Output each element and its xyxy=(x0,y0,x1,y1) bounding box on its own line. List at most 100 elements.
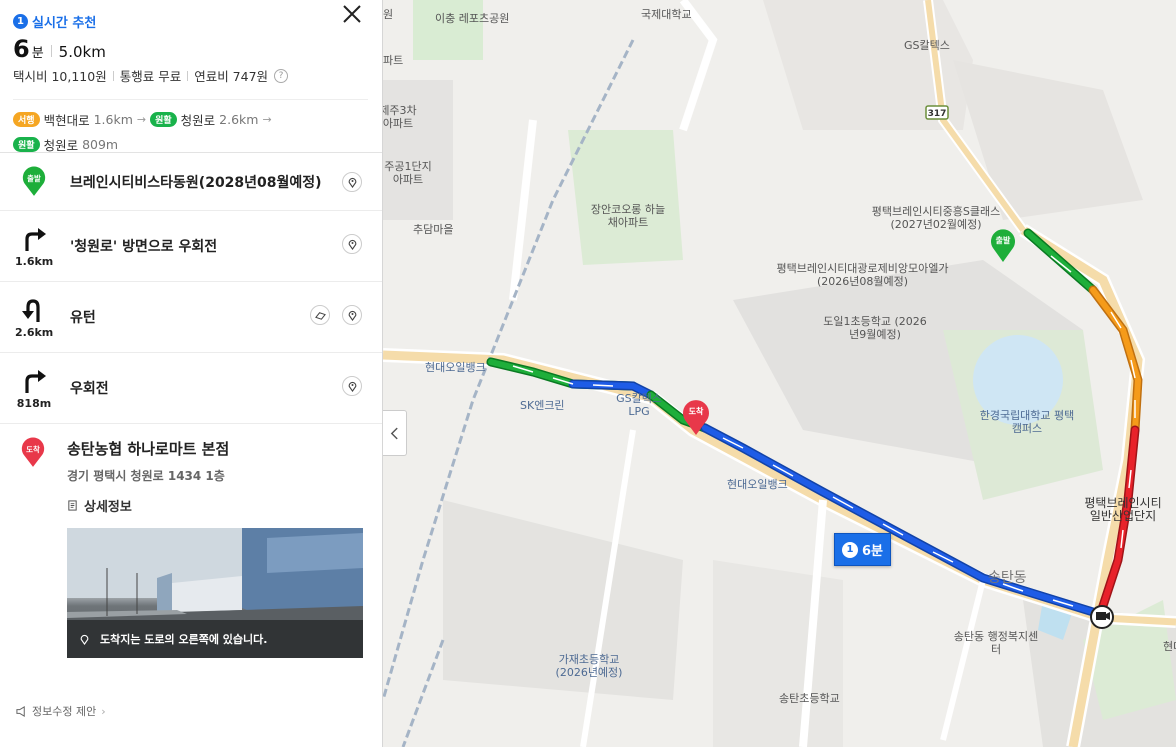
map-label: 송탄초등학교 xyxy=(779,692,840,705)
map-label: 평택브레인시티중흥S클래스 (2027년02월예정) xyxy=(871,205,1001,231)
suggest-edit-label: 정보수정 제안 xyxy=(32,705,97,718)
help-icon[interactable]: ? xyxy=(274,68,289,83)
street-view-caption-bar: 도착지는 도로의 오른쪽에 있습니다. xyxy=(67,620,363,658)
route-panel: 1 실시간 추천 6 분 5.0km 택시비 10,110원 통행료 무료 연료… xyxy=(0,0,383,747)
location-pin-icon xyxy=(348,239,356,250)
route-step-right-turn[interactable]: 1.6km '청원로' 방면으로 우회전 xyxy=(0,211,382,282)
detail-info-label: 상세정보 xyxy=(84,500,132,515)
road-view-button[interactable] xyxy=(310,305,330,325)
step-label: 브레인시티비스타동원(2028년08월예정) xyxy=(70,174,322,191)
traffic-tag-slow: 서행 xyxy=(13,112,40,127)
road-segments-row-1: 서행 백현대로 1.6km → 원활 청원로 2.6km → xyxy=(13,110,368,129)
route-costs: 택시비 10,110원 통행료 무료 연료비 747원 ? xyxy=(13,66,368,85)
route-step-u-turn[interactable]: 2.6km 유턴 xyxy=(0,282,382,353)
map-label: 파트 xyxy=(383,54,404,67)
traffic-tag-smooth: 원활 xyxy=(150,112,177,127)
fuel-cost: 연료비 747원 xyxy=(194,69,269,84)
destination-marker: 도착 xyxy=(20,436,46,472)
svg-text:도착: 도착 xyxy=(26,444,40,454)
route-number-badge: 1 xyxy=(841,541,858,558)
step-label: '청원로' 방면으로 우회전 xyxy=(70,239,218,255)
map-label: 도일1초등학교 (2026년9월예정) xyxy=(823,315,927,341)
location-pin-icon xyxy=(348,310,356,321)
location-pin-icon xyxy=(80,634,89,645)
recommend-header: 1 실시간 추천 xyxy=(13,12,368,31)
route-summary: 1 실시간 추천 6 분 5.0km 택시비 10,110원 통행료 무료 연료… xyxy=(0,0,382,153)
summary-divider xyxy=(13,99,368,100)
destination-address: 경기 평택시 청원로 1434 1층 xyxy=(67,469,225,483)
step-distance: 818m xyxy=(16,397,52,410)
turn-right-icon xyxy=(25,228,46,251)
road-name: 청원로 xyxy=(43,138,79,153)
arrow-right-icon: → xyxy=(262,113,272,126)
panel-collapse-button[interactable] xyxy=(383,410,407,456)
map-view[interactable]: 출발 도착 317 이충 레포츠공원 국제대학교 GS칼텍스 파트 제주3차 아… xyxy=(383,0,1176,747)
svg-text:317: 317 xyxy=(928,109,947,119)
traffic-tag-smooth: 원활 xyxy=(13,137,40,152)
location-pin-button[interactable] xyxy=(342,234,362,254)
map-label: 현대 xyxy=(1163,640,1176,653)
route-step-right-turn-2[interactable]: 818m 우회전 xyxy=(0,353,382,424)
road-name: 백현대로 xyxy=(43,113,90,128)
map-label: 현대오일뱅크 xyxy=(727,478,788,491)
road-view-icon xyxy=(314,311,326,320)
divider xyxy=(50,45,52,57)
chevron-left-icon xyxy=(390,427,398,439)
map-label: SK엔크린 xyxy=(520,399,565,412)
start-pin-icon: 출발 xyxy=(22,166,46,196)
close-icon xyxy=(343,5,361,23)
destination-title[interactable]: 송탄농협 하나로마트 본점 xyxy=(67,438,362,459)
megaphone-icon xyxy=(16,705,25,717)
map-label: 송탄동 행정복지센터 xyxy=(953,630,1039,656)
location-pin-button[interactable] xyxy=(342,305,362,325)
map-label: 주공1단지 아파트 xyxy=(384,160,432,186)
map-label: 가재초등학교 (2026년예정) xyxy=(555,653,623,679)
arrow-right-icon: → xyxy=(136,113,147,126)
location-pin-button[interactable] xyxy=(342,172,362,192)
street-view-thumbnail[interactable]: 도착지는 도로의 오른쪽에 있습니다. xyxy=(67,528,363,658)
route-time-unit: 분 xyxy=(31,46,44,61)
route-step-start[interactable]: 출발 브레인시티비스타동원(2028년08월예정) xyxy=(0,153,382,211)
step-label: 유턴 xyxy=(70,310,96,326)
location-pin-icon xyxy=(348,177,356,188)
map-label: GS칼텍스 xyxy=(904,39,950,52)
road-distance: 809m xyxy=(82,137,119,152)
map-label: 국제대학교 xyxy=(641,8,692,21)
taxi-fare: 택시비 10,110원 xyxy=(13,69,107,84)
close-button[interactable] xyxy=(340,2,364,26)
document-icon xyxy=(68,500,77,511)
step-icon: 1.6km xyxy=(15,225,53,268)
location-pin-icon xyxy=(348,381,356,392)
route-time-label: 6분 xyxy=(861,544,883,559)
suggest-edit-link[interactable]: 정보수정 제안 › xyxy=(16,703,106,719)
road-name: 청원로 xyxy=(180,113,216,128)
route-time-distance: 6 분 5.0km xyxy=(13,35,368,63)
divider xyxy=(112,70,114,81)
map-canvas: 출발 도착 317 xyxy=(383,0,1176,747)
step-icon: 2.6km xyxy=(15,296,53,339)
recommend-label: 실시간 추천 xyxy=(32,16,97,31)
step-label: 우회전 xyxy=(70,381,109,397)
map-label: 추담마을 xyxy=(413,223,454,236)
map-label: 장안코오롱 하늘채아파트 xyxy=(590,203,666,229)
destination-section: 도착 송탄농협 하나로마트 본점 경기 평택시 청원로 1434 1층 상세정보 xyxy=(0,424,382,658)
map-label: 제주3차 아파트 xyxy=(383,104,417,130)
traffic-camera-icon xyxy=(1090,605,1114,629)
map-label: 송탄동 xyxy=(988,570,1027,586)
map-label: 평택브레인시티 일반산업단지 xyxy=(1084,496,1162,523)
step-distance: 1.6km xyxy=(15,255,54,268)
route-time-value: 6 xyxy=(13,35,30,63)
road-distance: 2.6km xyxy=(219,112,259,127)
map-label: 한경국립대학교 평택캠퍼스 xyxy=(979,409,1075,435)
destination-pin-icon: 도착 xyxy=(21,437,45,467)
map-label: 현대오일뱅크 xyxy=(425,361,486,374)
chevron-right-icon: › xyxy=(101,704,106,718)
route-number-badge: 1 xyxy=(13,14,28,29)
start-marker: 출발 xyxy=(15,165,53,201)
map-label: 평택브레인시티대광로제비앙모아엘가 (2026년08월예정) xyxy=(776,262,949,288)
u-turn-icon xyxy=(22,299,40,322)
route-time-badge[interactable]: 1 6분 xyxy=(834,533,891,566)
detail-info-link[interactable]: 상세정보 xyxy=(67,496,362,515)
route-distance: 5.0km xyxy=(58,43,106,61)
location-pin-button[interactable] xyxy=(342,376,362,396)
